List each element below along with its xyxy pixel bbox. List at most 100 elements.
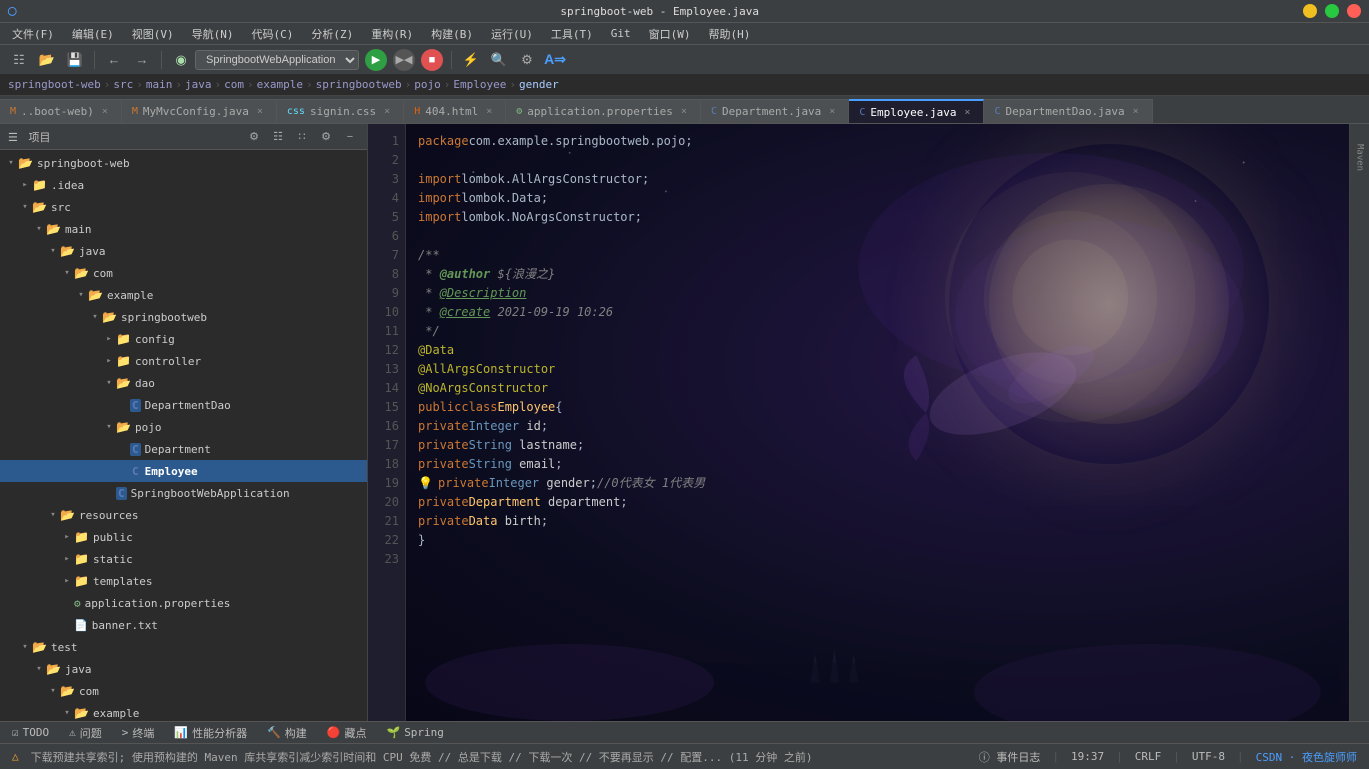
tree-item-test[interactable]: ▾📂test <box>0 636 367 658</box>
settings-button[interactable]: ⚙ <box>516 49 538 71</box>
breadcrumb-item-java[interactable]: java <box>185 78 212 91</box>
menu-item-z[interactable]: 分析(Z) <box>303 24 361 44</box>
toolbar-back-button[interactable]: ← <box>103 49 125 71</box>
tree-item-com[interactable]: ▾📂com <box>0 262 367 284</box>
status-filetype[interactable]: UTF-8 <box>1188 750 1229 763</box>
tree-item-label: Employee <box>145 465 198 478</box>
tree-item-controller[interactable]: ▸📁controller <box>0 350 367 372</box>
tree-item-config[interactable]: ▸📁config <box>0 328 367 350</box>
toolbar-save-button[interactable]: 💾 <box>64 49 86 71</box>
tab-close-3[interactable]: × <box>483 106 495 118</box>
menu-item-b[interactable]: 构建(B) <box>423 24 481 44</box>
tab-close-6[interactable]: × <box>961 106 973 118</box>
tab-signin-css[interactable]: csssignin.css× <box>277 99 404 123</box>
status-encoding[interactable]: CRLF <box>1131 750 1166 763</box>
tree-item-resources[interactable]: ▾📂resources <box>0 504 367 526</box>
filetree-collapse-button[interactable]: ∷ <box>293 128 311 146</box>
tab-close-0[interactable]: × <box>99 106 111 118</box>
toolbar-open-button[interactable]: 📂 <box>36 49 58 71</box>
tab-department-java[interactable]: CDepartment.java× <box>701 99 849 123</box>
translate-button[interactable]: A⇒ <box>544 49 566 71</box>
breadcrumb-item-employee[interactable]: Employee <box>453 78 506 91</box>
tab-close-2[interactable]: × <box>381 106 393 118</box>
bottom-tool-问题[interactable]: ⚠问题 <box>65 725 106 741</box>
tree-item-department[interactable]: CDepartment <box>0 438 367 460</box>
tab-mymvcconfig-java[interactable]: MMyMvcConfig.java× <box>122 99 277 123</box>
tab-departmentdao-java[interactable]: CDepartmentDao.java× <box>984 99 1152 123</box>
code-editor[interactable]: package com.example.springbootweb.pojo;i… <box>406 124 1349 721</box>
tree-item-application-properties[interactable]: ⚙application.properties <box>0 592 367 614</box>
tab-404-html[interactable]: H404.html× <box>404 99 506 123</box>
tab-close-7[interactable]: × <box>1130 106 1142 118</box>
project-run-config[interactable]: SpringbootWebApplication <box>195 50 359 70</box>
bottom-tool-藏点[interactable]: 🔴藏点 <box>323 725 371 741</box>
code-container[interactable]: 1234567891011121314151617181920212223 pa… <box>368 124 1349 721</box>
tree-item-employee[interactable]: CEmployee <box>0 460 367 482</box>
menu-item-h[interactable]: 帮助(H) <box>701 24 759 44</box>
tree-item-springboot-web[interactable]: ▾📂springboot-web <box>0 152 367 174</box>
tree-item-templates[interactable]: ▸📁templates <box>0 570 367 592</box>
menu-item-t[interactable]: 工具(T) <box>543 24 601 44</box>
debug-button[interactable]: ▶◀ <box>393 49 415 71</box>
close-button[interactable] <box>1347 4 1361 18</box>
bottom-tool-构建[interactable]: 🔨构建 <box>263 725 311 741</box>
menu-item-u[interactable]: 运行(U) <box>483 24 541 44</box>
tree-item--idea[interactable]: ▸📁.idea <box>0 174 367 196</box>
tree-item-static[interactable]: ▸📁static <box>0 548 367 570</box>
tab-close-1[interactable]: × <box>254 106 266 118</box>
tree-item-banner-txt[interactable]: 📄banner.txt <box>0 614 367 636</box>
menu-item-f[interactable]: 文件(F) <box>4 24 62 44</box>
tree-item-main[interactable]: ▾📂main <box>0 218 367 240</box>
menu-item-w[interactable]: 窗口(W) <box>641 24 699 44</box>
tab---boot-web-[interactable]: M..boot-web)× <box>0 99 122 123</box>
tree-item-springbootweb[interactable]: ▾📂springbootweb <box>0 306 367 328</box>
maven-panel-button[interactable]: Maven <box>1351 128 1369 188</box>
tree-item-com[interactable]: ▾📂com <box>0 680 367 702</box>
stop-button[interactable]: ■ <box>421 49 443 71</box>
filetree-gear-button[interactable]: ⚙ <box>245 128 263 146</box>
bottom-tool-终端[interactable]: >终端 <box>118 725 159 741</box>
menu-item-r[interactable]: 重构(R) <box>363 24 421 44</box>
tab-close-5[interactable]: × <box>826 106 838 118</box>
menu-item-c[interactable]: 代码(C) <box>244 24 302 44</box>
menu-item-e[interactable]: 编辑(E) <box>64 24 122 44</box>
menu-item-n[interactable]: 导航(N) <box>184 24 242 44</box>
toolbar-forward-button[interactable]: → <box>131 49 153 71</box>
tab-employee-java[interactable]: CEmployee.java× <box>849 99 984 123</box>
run-button[interactable]: ▶ <box>365 49 387 71</box>
build-button[interactable]: ⚡ <box>460 49 482 71</box>
breadcrumb-item-src[interactable]: src <box>113 78 133 91</box>
filetree-minimize-button[interactable]: − <box>341 128 359 146</box>
breadcrumb-item-springboot-web[interactable]: springboot-web <box>8 78 101 91</box>
tree-item-public[interactable]: ▸📁public <box>0 526 367 548</box>
tree-item-example[interactable]: ▾📂example <box>0 284 367 306</box>
breadcrumb-item-springbootweb[interactable]: springbootweb <box>316 78 402 91</box>
maximize-button[interactable] <box>1325 4 1339 18</box>
tree-item-src[interactable]: ▾📂src <box>0 196 367 218</box>
tree-item-pojo[interactable]: ▾📂pojo <box>0 416 367 438</box>
breadcrumb-item-main[interactable]: main <box>146 78 173 91</box>
menu-item-git[interactable]: Git <box>603 25 639 42</box>
bottom-tool-spring[interactable]: 🌱Spring <box>382 726 447 739</box>
breadcrumb-item-com[interactable]: com <box>224 78 244 91</box>
tree-item-example[interactable]: ▾📂example <box>0 702 367 721</box>
tree-item-dao[interactable]: ▾📂dao <box>0 372 367 394</box>
tab-application-properties[interactable]: ⚙application.properties× <box>506 99 701 123</box>
menu-item-v[interactable]: 视图(V) <box>124 24 182 44</box>
bottom-tool-todo[interactable]: ☑TODO <box>8 726 53 739</box>
tree-item-springbootwebapplication[interactable]: CSpringbootWebApplication <box>0 482 367 504</box>
filetree-settings-button[interactable]: ⚙ <box>317 128 335 146</box>
tab-close-4[interactable]: × <box>678 106 690 118</box>
tree-item-departmentdao[interactable]: CDepartmentDao <box>0 394 367 416</box>
breadcrumb-item-example[interactable]: example <box>257 78 303 91</box>
toolbar-new-button[interactable]: ☷ <box>8 49 30 71</box>
search-button[interactable]: 🔍 <box>488 49 510 71</box>
breadcrumb-item-pojo[interactable]: pojo <box>414 78 441 91</box>
breadcrumb-item-gender[interactable]: gender <box>519 78 559 91</box>
tree-item-java[interactable]: ▾📂java <box>0 658 367 680</box>
status-position[interactable]: 19:37 <box>1067 750 1108 763</box>
bottom-tool-性能分析器[interactable]: 📊性能分析器 <box>170 725 251 741</box>
filetree-layout-button[interactable]: ☷ <box>269 128 287 146</box>
minimize-button[interactable] <box>1303 4 1317 18</box>
tree-item-java[interactable]: ▾📂java <box>0 240 367 262</box>
